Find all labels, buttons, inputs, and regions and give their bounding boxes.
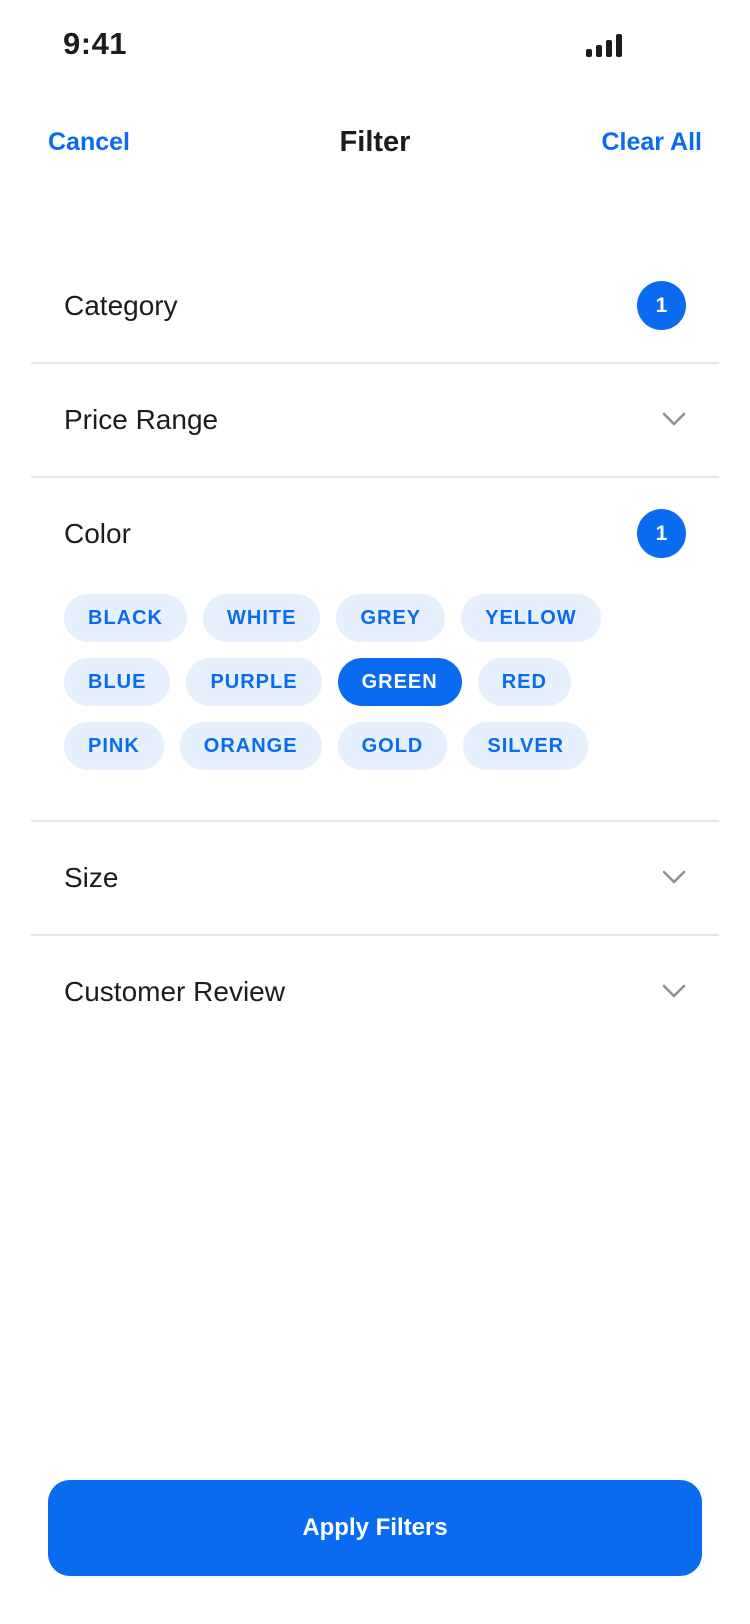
color-chip-gold[interactable]: GOLD — [337, 722, 448, 770]
section-title: Price Range — [64, 404, 219, 435]
color-chip-green[interactable]: GREEN — [337, 658, 462, 706]
count-badge: 1 — [637, 509, 686, 558]
status-time: 9:41 — [63, 26, 128, 61]
section-customer-review-header[interactable]: Customer Review — [31, 936, 719, 1048]
section-size-header[interactable]: Size — [31, 822, 719, 934]
apply-filters-button[interactable]: Apply Filters — [48, 1480, 702, 1576]
clear-all-button[interactable]: Clear All — [601, 128, 702, 157]
color-chip-white[interactable]: WHITE — [203, 594, 321, 642]
section-title: Color — [64, 518, 131, 549]
section-title: Category — [64, 290, 178, 321]
chevron-down-icon — [662, 870, 686, 884]
color-chip-pink[interactable]: PINK — [64, 722, 164, 770]
section-category: Category 1 — [31, 250, 719, 364]
section-title: Customer Review — [64, 976, 285, 1007]
color-chip-blue[interactable]: BLUE — [64, 658, 171, 706]
color-chip-red[interactable]: RED — [477, 658, 571, 706]
color-chip-grey[interactable]: GREY — [336, 594, 446, 642]
section-customer-review: Customer Review — [31, 936, 719, 1048]
color-chip-list: BLACK WHITE GREY YELLOW BLUE PURPLE GREEN RED PI… — [31, 590, 719, 820]
section-color-header[interactable]: Color 1 — [31, 478, 719, 590]
signal-icon — [586, 33, 624, 57]
section-price-range: Price Range — [31, 364, 719, 478]
filter-sections: Category 1 Price Range Color 1 BLACK WHIT… — [31, 250, 719, 1048]
section-price-range-header[interactable]: Price Range — [31, 364, 719, 476]
count-badge: 1 — [637, 281, 686, 330]
section-color: Color 1 BLACK WHITE GREY YELLOW BLUE PURPLE GR… — [31, 478, 719, 822]
color-chip-silver[interactable]: SILVER — [463, 722, 589, 770]
color-chip-orange[interactable]: ORANGE — [179, 722, 322, 770]
filter-screen: 9:41 Cancel Filter Clear All Category 1 … — [0, 0, 750, 1624]
chevron-down-icon — [662, 412, 686, 426]
color-chip-yellow[interactable]: YELLOW — [461, 594, 601, 642]
section-title: Size — [64, 862, 119, 893]
color-chip-black[interactable]: BLACK — [64, 594, 187, 642]
section-size: Size — [31, 822, 719, 936]
chevron-down-icon — [662, 984, 686, 998]
color-chip-purple[interactable]: PURPLE — [186, 658, 322, 706]
section-category-header[interactable]: Category 1 — [31, 250, 719, 362]
